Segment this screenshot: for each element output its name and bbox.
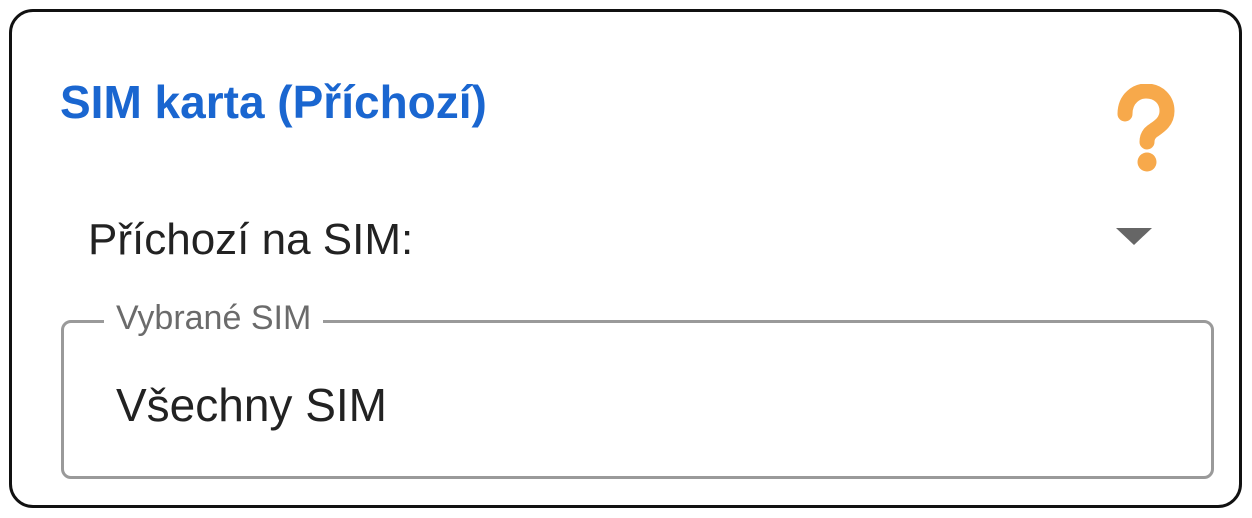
incoming-sim-label: Příchozí na SIM: <box>88 215 414 264</box>
selected-sim-field[interactable]: Vybrané SIM Všechny SIM <box>61 295 1214 479</box>
sim-card-panel: SIM karta (Příchozí) Příchozí na SIM: Vy… <box>9 9 1242 508</box>
help-button[interactable] <box>1108 84 1182 176</box>
selected-sim-value: Všechny SIM <box>116 379 387 431</box>
question-mark-icon <box>1117 84 1175 172</box>
incoming-sim-dropdown[interactable]: Příchozí na SIM: <box>88 204 1168 276</box>
caret-down-icon <box>1116 228 1152 245</box>
panel-title: SIM karta (Příchozí) <box>60 76 487 128</box>
selected-sim-legend: Vybrané SIM <box>104 295 324 341</box>
